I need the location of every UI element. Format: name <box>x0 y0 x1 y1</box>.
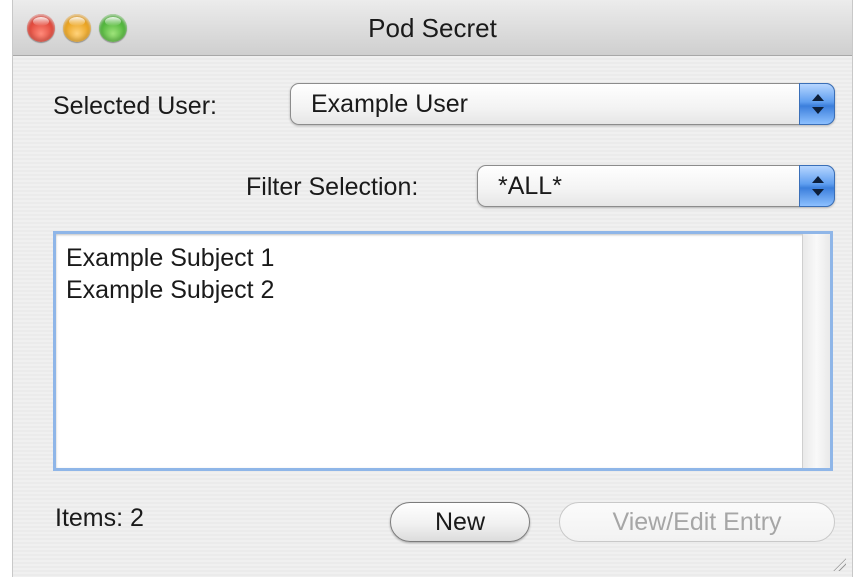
items-count: Items: 2 <box>55 504 144 532</box>
vertical-scrollbar[interactable] <box>802 234 830 468</box>
selected-user-value: Example User <box>311 90 468 118</box>
list-item[interactable]: Example Subject 1 <box>56 242 274 274</box>
list-item[interactable]: Example Subject 2 <box>56 274 274 306</box>
filter-selection-value: *ALL* <box>498 172 562 200</box>
popup-arrows-icon <box>799 165 835 207</box>
view-edit-entry-button[interactable]: View/Edit Entry <box>559 502 835 542</box>
new-button[interactable]: New <box>390 502 530 542</box>
popup-arrows-icon <box>799 83 835 125</box>
window-title: Pod Secret <box>368 13 497 43</box>
title-bar[interactable]: Pod Secret <box>13 0 852 56</box>
selected-user-label: Selected User: <box>53 92 217 120</box>
list-items: Example Subject 1 Example Subject 2 <box>56 242 274 306</box>
filter-selection-label: Filter Selection: <box>246 173 419 201</box>
filter-selection-select[interactable]: *ALL* <box>477 165 835 207</box>
selected-user-select[interactable]: Example User <box>290 83 835 125</box>
subject-list[interactable]: Example Subject 1 Example Subject 2 <box>53 231 833 471</box>
resize-grip-icon[interactable] <box>830 555 846 571</box>
app-window: Pod Secret Selected User: Example User F… <box>12 0 853 577</box>
